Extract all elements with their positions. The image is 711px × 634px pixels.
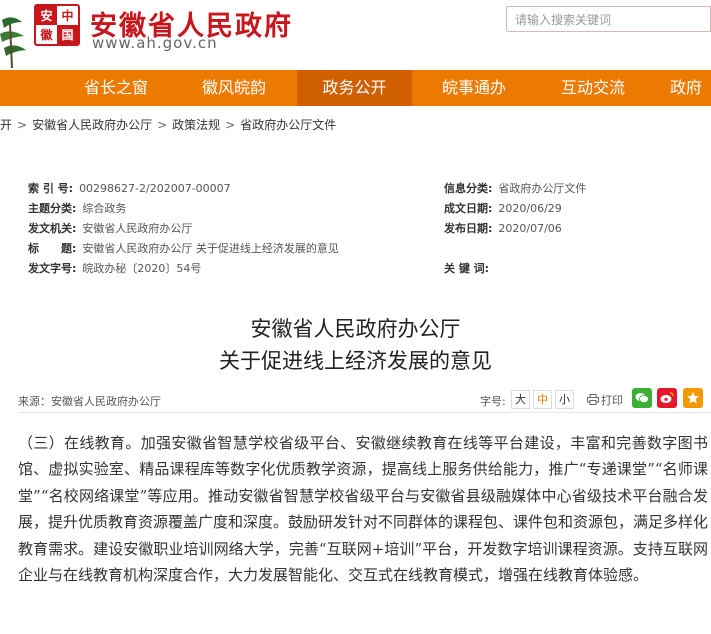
nav-item-government[interactable]: 政府: [670, 70, 711, 106]
article-source: 来源：安徽省人民政府办公厅: [18, 395, 161, 408]
site-header: 安 中 徽 国 安徽省人民政府 www.ah.gov.cn 请输入搜索关键词: [0, 0, 711, 70]
nav-item-interaction[interactable]: 互动交流: [537, 70, 649, 106]
printer-icon: [587, 394, 599, 405]
font-size-large-button[interactable]: 大: [511, 390, 530, 409]
meta-doc-no: 发文字号: 皖政办秘〔2020〕54号: [28, 262, 202, 275]
print-button[interactable]: 打印: [587, 392, 623, 408]
search-input[interactable]: 请输入搜索关键词: [506, 6, 711, 32]
font-size-medium-button[interactable]: 中: [533, 390, 552, 409]
breadcrumb-separator-icon: >: [157, 118, 168, 132]
article-body: （三）在线教育。加强安徽省智慧学校省级平台、安徽继续教育在线等平台建设，丰富和完…: [18, 434, 709, 585]
font-size-label: 字号:: [480, 395, 506, 408]
meta-created: 成文日期: 2020/06/29: [444, 202, 562, 215]
divider: [18, 412, 711, 413]
breadcrumb: 开 > 安徽省人民政府办公厅 > 政策法规 > 省政府办公厅文件: [0, 116, 336, 133]
nav-item-gov-affairs[interactable]: 政务公开: [297, 70, 412, 106]
breadcrumb-item[interactable]: 安徽省人民政府办公厅: [32, 116, 152, 133]
meta-title: 标 题: 安徽省人民政府办公厅 关于促进线上经济发展的意见: [28, 242, 339, 255]
breadcrumb-item[interactable]: 政策法规: [172, 116, 220, 133]
article-title-line2: 关于促进线上经济发展的意见: [219, 349, 492, 373]
breadcrumb-separator-icon: >: [17, 118, 28, 132]
nav-item-services[interactable]: 皖事通办: [418, 70, 530, 106]
breadcrumb-item[interactable]: 省政府办公厅文件: [240, 116, 336, 133]
font-size-small-button[interactable]: 小: [555, 390, 574, 409]
meta-published: 发布日期: 2020/07/06: [444, 222, 562, 235]
favorite-icon[interactable]: [683, 388, 703, 408]
meta-keywords: 关 键 词:: [444, 262, 490, 275]
main-nav: 省长之窗 徽风皖韵 政务公开 皖事通办 互动交流 政府: [0, 70, 711, 106]
meta-topic: 主题分类: 综合政务: [28, 202, 127, 215]
meta-issuer: 发文机关: 安徽省人民政府办公厅: [28, 222, 193, 235]
breadcrumb-item[interactable]: 开: [0, 116, 12, 133]
site-url: www.ah.gov.cn: [92, 34, 218, 52]
meta-index-no: 索 引 号: 00298627-2/202007-00007: [28, 182, 231, 195]
pine-decoration-icon: [0, 17, 26, 69]
nav-item-culture[interactable]: 徽风皖韵: [178, 70, 290, 106]
breadcrumb-separator-icon: >: [225, 118, 236, 132]
meta-info-class: 信息分类: 省政府办公厅文件: [444, 182, 587, 195]
nav-item-governor[interactable]: 省长之窗: [60, 70, 172, 106]
wechat-icon[interactable]: [632, 388, 652, 408]
article-title-line1: 安徽省人民政府办公厅: [250, 317, 461, 341]
weibo-icon[interactable]: [657, 388, 677, 408]
government-seal-logo[interactable]: 安 中 徽 国: [34, 4, 80, 46]
